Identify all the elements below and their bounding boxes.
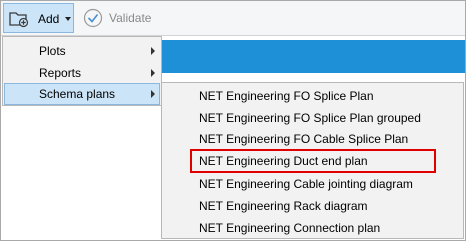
menu-item-label: NET Engineering FO Cable Splice Plan — [199, 132, 409, 146]
add-button-label: Add — [38, 12, 60, 26]
check-circle-icon — [83, 8, 103, 28]
menu-item-label: NET Engineering Cable jointing diagram — [199, 177, 413, 191]
menu-item-cable-jointing-diagram[interactable]: NET Engineering Cable jointing diagram — [162, 173, 463, 195]
menu-item-label: NET Engineering Connection plan — [199, 221, 381, 235]
add-menu: Plots Reports Schema plans — [2, 36, 162, 106]
menu-item-label: Plots — [39, 44, 66, 58]
selected-row-band — [160, 40, 465, 73]
menu-item-label: Schema plans — [39, 87, 116, 101]
folder-add-icon — [9, 12, 29, 28]
menu-item-fo-cable-splice-plan[interactable]: NET Engineering FO Cable Splice Plan — [162, 128, 463, 150]
menu-item-rack-diagram[interactable]: NET Engineering Rack diagram — [162, 195, 463, 217]
validate-button-label: Validate — [109, 11, 152, 25]
menu-item-label: Reports — [39, 66, 82, 80]
chevron-right-icon — [151, 90, 155, 98]
menu-item-reports[interactable]: Reports — [4, 62, 160, 84]
menu-item-plots[interactable]: Plots — [4, 40, 160, 62]
chevron-down-icon — [65, 17, 71, 21]
highlight-box — [190, 149, 436, 173]
schema-plans-submenu: NET Engineering FO Splice Plan NET Engin… — [161, 82, 464, 239]
menu-item-schema-plans[interactable]: Schema plans — [4, 83, 160, 105]
chevron-right-icon — [151, 47, 155, 55]
chevron-right-icon — [151, 69, 155, 77]
menu-item-connection-plan[interactable]: NET Engineering Connection plan — [162, 217, 463, 239]
menu-item-fo-splice-plan[interactable]: NET Engineering FO Splice Plan — [162, 85, 463, 107]
menu-item-label: NET Engineering FO Splice Plan — [199, 89, 374, 103]
add-button[interactable]: Add — [3, 3, 74, 33]
toolbar: Add Validate — [1, 1, 465, 36]
menu-item-fo-splice-plan-grouped[interactable]: NET Engineering FO Splice Plan grouped — [162, 107, 463, 129]
menu-item-label: NET Engineering FO Splice Plan grouped — [199, 111, 421, 125]
menu-item-label: NET Engineering Rack diagram — [199, 199, 368, 213]
